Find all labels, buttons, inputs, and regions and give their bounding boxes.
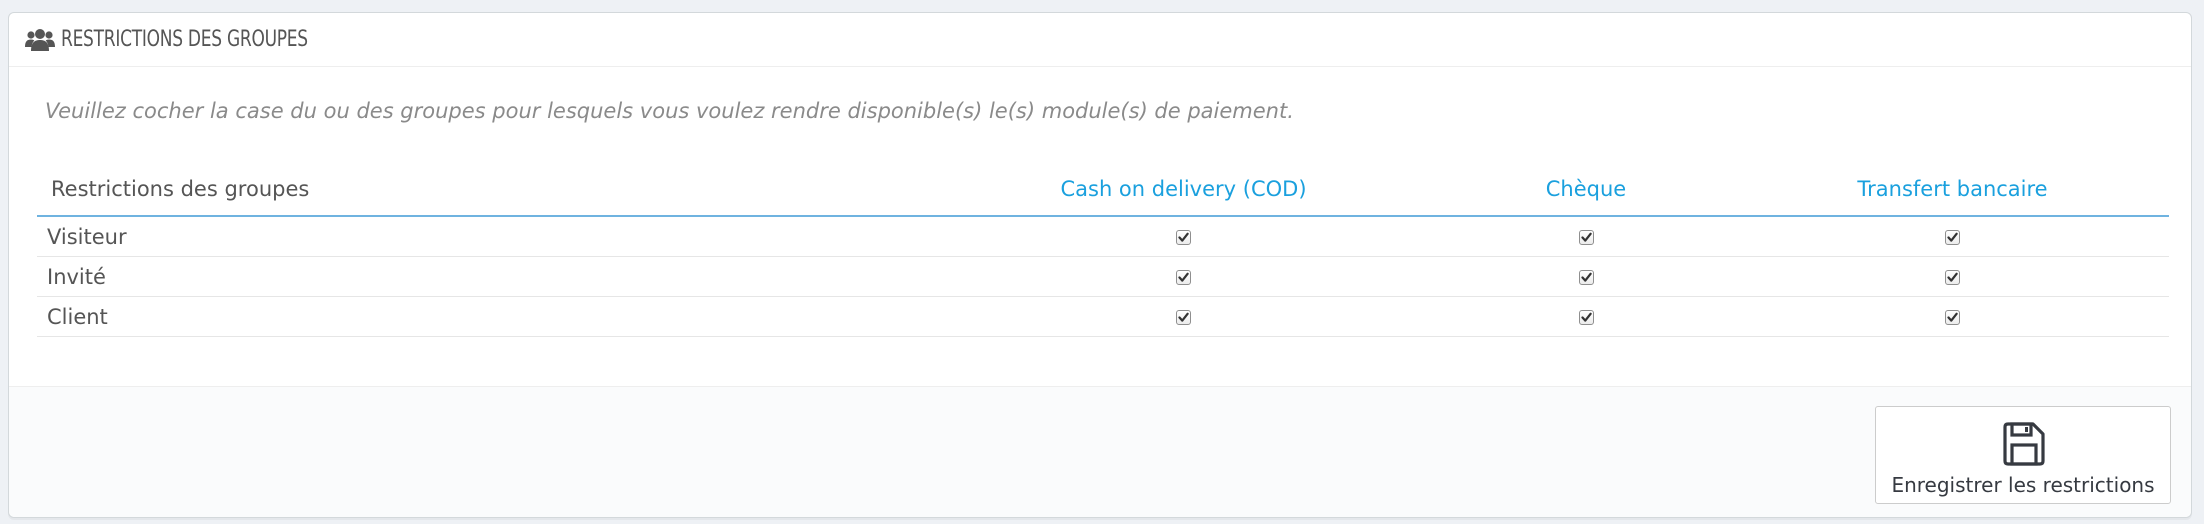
group-restrictions-panel: RESTRICTIONS DES GROUPES Veuillez cocher… [8, 12, 2192, 518]
module-checkbox[interactable] [1176, 230, 1191, 245]
help-text: Veuillez cocher la case du ou des groupe… [45, 99, 1294, 123]
checkmark-icon [1178, 272, 1189, 282]
checkbox-cell [1736, 256, 2169, 297]
checkmark-icon [1580, 312, 1592, 322]
checkbox-cell [1436, 216, 1736, 257]
column-header-module: Cash on delivery (COD) [931, 163, 1436, 217]
checkmark-icon [1178, 232, 1189, 242]
checkbox-cell [1436, 296, 1736, 337]
module-checkbox[interactable] [1578, 230, 1594, 245]
users-icon [25, 27, 55, 53]
checkmark-icon [1947, 312, 1958, 322]
column-header-module: Chèque [1436, 163, 1736, 217]
module-checkbox[interactable] [1176, 310, 1191, 325]
table-row: Visiteur [37, 216, 2169, 257]
module-checkbox[interactable] [1578, 270, 1594, 285]
save-restrictions-button[interactable]: Enregistrer les restrictions [1875, 406, 2171, 504]
table-row: Client [37, 296, 2169, 337]
group-name: Invité [37, 256, 931, 297]
module-checkbox[interactable] [1945, 310, 1960, 325]
checkbox-cell [1736, 216, 2169, 257]
checkmark-icon [1947, 232, 1958, 242]
module-checkbox[interactable] [1945, 270, 1960, 285]
module-checkbox[interactable] [1578, 310, 1594, 325]
restrictions-table: Restrictions des groupes Cash on deliver… [37, 163, 2169, 337]
checkmark-icon [1580, 272, 1592, 282]
checkbox-cell [931, 296, 1436, 337]
group-name: Client [37, 296, 931, 337]
panel-footer: Enregistrer les restrictions [9, 386, 2191, 517]
checkmark-icon [1947, 272, 1958, 282]
panel-heading: RESTRICTIONS DES GROUPES [9, 13, 2191, 67]
checkbox-cell [931, 216, 1436, 257]
column-header-module: Transfert bancaire [1736, 163, 2169, 217]
checkbox-cell [931, 256, 1436, 297]
table-row: Invité [37, 256, 2169, 297]
module-checkbox[interactable] [1945, 230, 1960, 245]
checkmark-icon [1580, 232, 1592, 242]
save-button-label: Enregistrer les restrictions [1891, 473, 2155, 497]
group-name: Visiteur [37, 216, 931, 257]
column-header-groups: Restrictions des groupes [37, 163, 931, 217]
floppy-disk-icon [2000, 421, 2046, 467]
table-header-row: Restrictions des groupes Cash on deliver… [37, 163, 2169, 217]
checkbox-cell [1736, 296, 2169, 337]
panel-title: RESTRICTIONS DES GROUPES [61, 27, 308, 52]
module-checkbox[interactable] [1176, 270, 1191, 285]
checkbox-cell [1436, 256, 1736, 297]
checkmark-icon [1178, 312, 1189, 322]
